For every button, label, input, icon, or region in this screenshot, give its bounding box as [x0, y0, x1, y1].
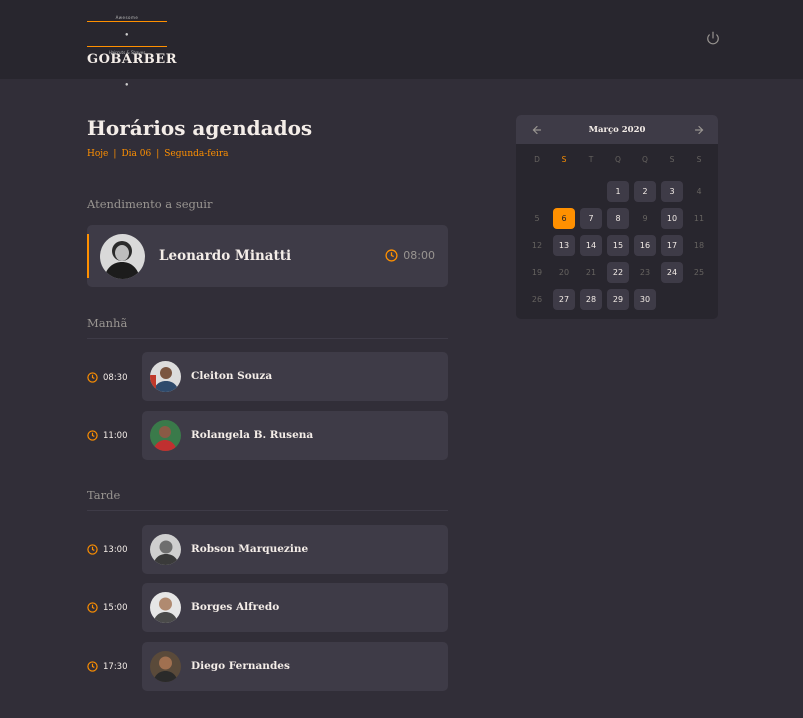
client-name: Cleiton Souza	[191, 370, 273, 382]
calendar-day[interactable]: 10	[661, 208, 683, 229]
appointment-time: 15:00	[87, 602, 128, 613]
date-info: Hoje | Dia 06 | Segunda-feira	[87, 149, 229, 159]
calendar-day[interactable]: 22	[607, 262, 629, 283]
client-name: Borges Alfredo	[191, 601, 280, 613]
calendar-header: Março 2020	[516, 115, 718, 144]
page-title: Horários agendados	[87, 116, 313, 140]
client-name: Rolangela B. Rusena	[191, 429, 314, 441]
today-label: Hoje	[87, 149, 109, 159]
calendar-day[interactable]: 27	[553, 289, 575, 310]
avatar	[150, 651, 181, 682]
calendar-month: Março 2020	[588, 125, 646, 135]
section-morning: Manhã	[87, 316, 128, 330]
calendar-day[interactable]: 1	[607, 181, 629, 202]
calendar-day: 12	[531, 241, 543, 250]
divider	[87, 338, 448, 339]
power-icon[interactable]	[706, 31, 720, 45]
calendar-day[interactable]: 24	[661, 262, 683, 283]
calendar-day: 4	[696, 187, 702, 196]
calendar-day[interactable]: 6	[553, 208, 575, 229]
appointment-card[interactable]: Robson Marquezine	[142, 525, 448, 574]
day-label: Dia 06	[121, 149, 152, 159]
calendar-day: 18	[693, 241, 705, 250]
avatar	[150, 361, 181, 392]
calendar-day: 19	[531, 268, 543, 277]
appointment-time: 11:00	[87, 430, 128, 441]
clock-icon	[87, 602, 98, 613]
appointment-card[interactable]: Rolangela B. Rusena	[142, 411, 448, 460]
appointment-card[interactable]: Borges Alfredo	[142, 583, 448, 632]
avatar	[150, 420, 181, 451]
clock-icon	[87, 544, 98, 555]
clock-icon	[87, 661, 98, 672]
next-appointment-label: Atendimento a seguir	[87, 197, 213, 211]
appointment-time: 08:00	[385, 249, 435, 262]
calendar-day[interactable]: 30	[634, 289, 656, 310]
clock-icon	[385, 249, 398, 262]
app-header: Awesome • GOBARBER • Haircuts & Shaves	[0, 0, 803, 89]
calendar-day: 11	[693, 214, 705, 223]
accent-bar	[87, 234, 89, 278]
clock-icon	[87, 430, 98, 441]
weekday-label: Q	[615, 155, 621, 164]
calendar-day[interactable]: 28	[580, 289, 602, 310]
avatar	[100, 234, 145, 279]
calendar-day: 5	[534, 214, 540, 223]
client-name: Robson Marquezine	[191, 543, 309, 555]
avatar	[150, 592, 181, 623]
calendar-day: 23	[639, 268, 651, 277]
avatar	[150, 534, 181, 565]
calendar-day[interactable]: 8	[607, 208, 629, 229]
logo-tagline-top: Awesome	[115, 15, 139, 20]
weekday-label: S	[696, 155, 702, 164]
calendar-day[interactable]: 13	[553, 235, 575, 256]
weekday-label: D	[534, 155, 540, 164]
calendar-day[interactable]: 7	[580, 208, 602, 229]
client-name: Diego Fernandes	[191, 660, 290, 672]
appointment-time: 13:00	[87, 544, 128, 555]
weekday-label: Segunda-feira	[164, 149, 229, 159]
appointment-time: 08:30	[87, 372, 128, 383]
logo-wordmark: • GOBARBER •	[87, 21, 177, 89]
appointment-time: 17:30	[87, 661, 128, 672]
arrow-right-icon[interactable]	[693, 124, 705, 136]
calendar-day[interactable]: 2	[634, 181, 656, 202]
appointment-card[interactable]: Cleiton Souza	[142, 352, 448, 401]
calendar-day[interactable]: 3	[661, 181, 683, 202]
calendar-day: 9	[642, 214, 648, 223]
calendar-day: 20	[558, 268, 570, 277]
gobarber-logo[interactable]: Awesome • GOBARBER • Haircuts & Shaves	[87, 14, 177, 89]
appointment-card[interactable]: Diego Fernandes	[142, 642, 448, 691]
weekday-label: S	[669, 155, 675, 164]
calendar-day: 25	[693, 268, 705, 277]
clock-icon	[87, 372, 98, 383]
calendar-day: 26	[531, 295, 543, 304]
calendar-day[interactable]: 16	[634, 235, 656, 256]
calendar-day[interactable]: 29	[607, 289, 629, 310]
calendar-day[interactable]: 15	[607, 235, 629, 256]
divider	[87, 510, 448, 511]
client-name: Leonardo Minatti	[159, 248, 292, 264]
calendar-day: 21	[585, 268, 597, 277]
weekday-label: S	[561, 155, 567, 164]
weekday-label: T	[588, 155, 594, 164]
calendar-day[interactable]: 14	[580, 235, 602, 256]
weekday-label: Q	[642, 155, 648, 164]
section-afternoon: Tarde	[87, 488, 121, 502]
calendar-day[interactable]: 17	[661, 235, 683, 256]
next-appointment-card[interactable]: Leonardo Minatti 08:00	[87, 225, 448, 287]
